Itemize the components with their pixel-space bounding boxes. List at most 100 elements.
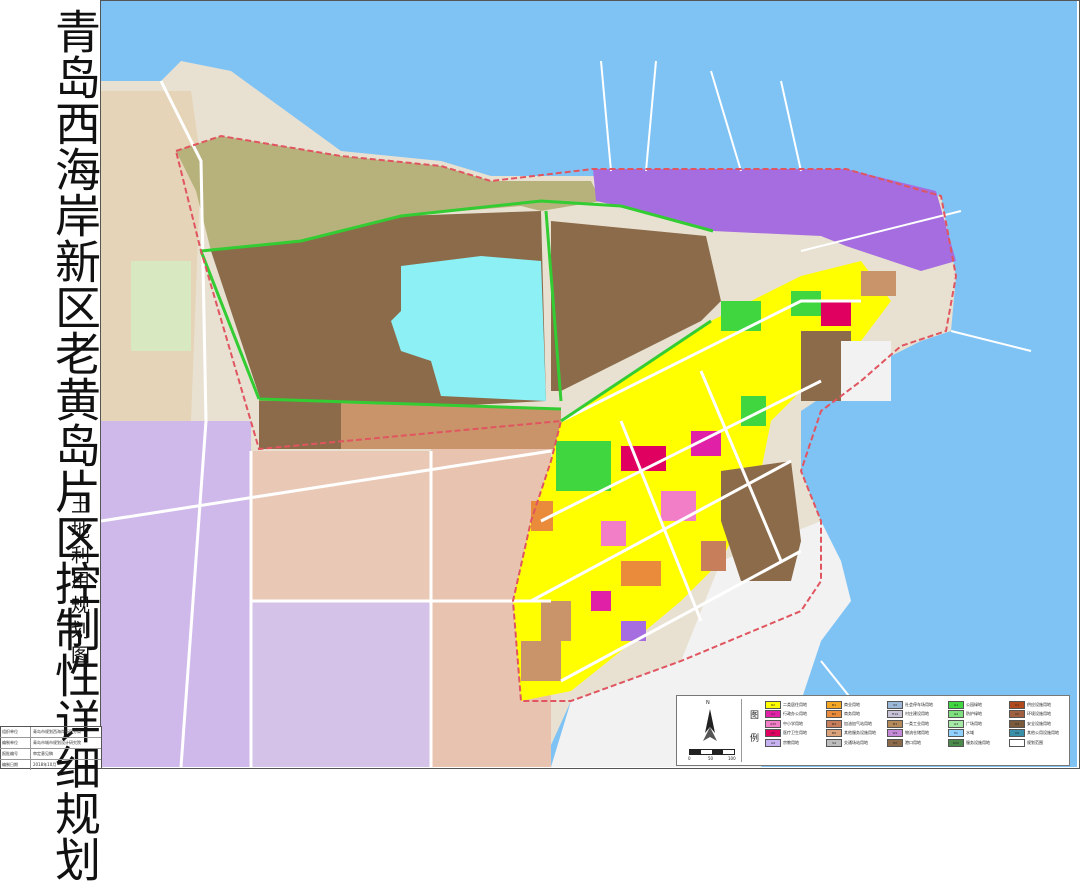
- legend-item: S3 社会停车场用地: [887, 700, 947, 710]
- legend-swatch: S4: [826, 738, 842, 747]
- green-zone-west: [131, 261, 191, 351]
- hospital-parcel: [621, 446, 666, 471]
- legend-label: 行政办公用地: [783, 711, 807, 717]
- legend-label: 一类工业用地: [905, 720, 929, 726]
- legend-swatch: M1: [887, 719, 903, 728]
- legend-label: 港口用地: [905, 739, 921, 745]
- legend-swatch: G1: [948, 700, 964, 709]
- legend-label: 其他服务设施用地: [844, 730, 876, 736]
- legend-swatch: H2: [887, 738, 903, 747]
- legend-item: 规划范围: [1009, 738, 1069, 748]
- map-subtitle: 土地利用规划图: [68, 495, 90, 670]
- industrial-zone-west: [101, 421, 251, 767]
- legend-swatch: U1: [1009, 700, 1025, 709]
- park-parcel: [556, 441, 611, 491]
- info-value: 青岛市城市规划设计研究院: [33, 740, 81, 745]
- legend-label: 社会停车场用地: [905, 701, 933, 707]
- tan-parcel: [541, 601, 571, 641]
- info-table: 组织单位 青岛市规划西海岸新区分局 编制单位 青岛市城市规划设计研究院 报批编号…: [0, 726, 102, 770]
- pier-area: [841, 341, 891, 401]
- legend-swatch: U2: [1009, 710, 1025, 719]
- legend-item: B2 商务用地: [826, 710, 886, 720]
- legend-item: G1 公园绿地: [948, 700, 1008, 710]
- map-canvas: [101, 1, 1077, 767]
- legend-label: 环境设施用地: [1027, 711, 1051, 717]
- brown-strip: [259, 401, 341, 449]
- school-parcel-2: [601, 521, 626, 546]
- legend-label: 水域: [966, 730, 974, 736]
- legend-swatch: A33: [765, 719, 781, 728]
- legend-swatch: W1: [887, 729, 903, 738]
- info-row: 报批编号 审定意见稿: [0, 749, 101, 760]
- legend-swatch: R2: [765, 700, 781, 709]
- info-row: 组织单位 青岛市规划西海岸新区分局: [0, 727, 101, 738]
- info-row: 编制单位 青岛市城市规划设计研究院: [0, 738, 101, 749]
- north-label: N: [706, 700, 710, 706]
- legend-item: U2 环境设施用地: [1009, 710, 1069, 720]
- north-arrow-block: N 0 50 100: [681, 699, 742, 762]
- legend-label: 村庄建设用地: [905, 711, 929, 717]
- legend-item: U1 供应设施用地: [1009, 700, 1069, 710]
- scale-label: 50: [708, 756, 714, 761]
- info-key: 报批编号: [0, 749, 31, 759]
- legend-label: 服务设施用地: [966, 739, 990, 745]
- legend-label: 加油加气站用地: [844, 720, 872, 726]
- legend-item: G2 防护绿地: [948, 710, 1008, 720]
- legend-item: R22 服务设施用地: [948, 738, 1008, 748]
- legend-label: 宗教用地: [783, 739, 799, 745]
- legend-item: B4 加油加气站用地: [826, 719, 886, 729]
- legend-item: G3 广场用地: [948, 719, 1008, 729]
- legend-swatch: E1: [948, 729, 964, 738]
- business-parcel-2: [861, 271, 896, 296]
- legend-label: 广场用地: [966, 720, 982, 726]
- info-value: 青岛市规划西海岸新区分局: [33, 729, 81, 734]
- info-value: 审定意见稿: [33, 751, 53, 756]
- legend-swatch: S3: [887, 700, 903, 709]
- legend-item: E1 水域: [948, 729, 1008, 739]
- legend-label: 物流仓储用地: [905, 730, 929, 736]
- legend-swatch: A9: [765, 738, 781, 747]
- legend-label: 公园绿地: [966, 701, 982, 707]
- legend-item: W1 物流仓储用地: [887, 729, 947, 739]
- legend-item: A5 医疗卫生用地: [765, 729, 825, 739]
- legend-swatch: G2: [948, 710, 964, 719]
- industrial-zone-south: [251, 601, 431, 767]
- tan-parcel-2: [521, 641, 561, 681]
- info-key: 编制单位: [0, 738, 31, 748]
- admin-parcel-2: [591, 591, 611, 611]
- legend-item: A9 宗教用地: [765, 738, 825, 748]
- legend-swatch: B9: [826, 729, 842, 738]
- legend-item: B9 其他服务设施用地: [826, 729, 886, 739]
- service-parcel: [701, 541, 726, 571]
- legend-item: U3 安全设施用地: [1009, 719, 1069, 729]
- legend-label: 安全设施用地: [1027, 720, 1051, 726]
- legend-label: 交通场站用地: [844, 739, 868, 745]
- legend-swatch: B2: [826, 710, 842, 719]
- legend-label: 供应设施用地: [1027, 701, 1051, 707]
- legend-grid: R2 二类居住用地 B1 商业用地 S3 社会停车场用地 G1 公园绿地 U1 供应设施用地 A1 行…: [765, 700, 1069, 748]
- commercial-parcel: [621, 561, 661, 586]
- scale-bar: [689, 749, 735, 755]
- legend-swatch: H14: [887, 710, 903, 719]
- legend-item: U9 其他公用设施用地: [1009, 729, 1069, 739]
- legend-swatch: A5: [765, 729, 781, 738]
- legend-label: 中小学用地: [783, 720, 803, 726]
- legend-label: 规划范围: [1027, 739, 1043, 745]
- legend-item: M1 一类工业用地: [887, 719, 947, 729]
- legend-item: H2 港口用地: [887, 738, 947, 748]
- green-parcel-2: [721, 301, 761, 331]
- legend-swatch: B1: [826, 700, 842, 709]
- legend-label: 二类居住用地: [783, 701, 807, 707]
- hospital-parcel-2: [821, 301, 851, 326]
- scale-label: 100: [728, 756, 736, 761]
- land-use-map[interactable]: [101, 1, 1077, 767]
- north-west-zone: [101, 91, 201, 421]
- legend-swatch: U9: [1009, 729, 1025, 738]
- scale-label: 0: [688, 756, 691, 761]
- legend-swatch: A1: [765, 710, 781, 719]
- legend-item: H14 村庄建设用地: [887, 710, 947, 720]
- legend-swatch: U3: [1009, 719, 1025, 728]
- legend-panel: N 0 50 100 图例 R2 二类居住用地 B1 商业用地 S3 社会停车场用地 G1 公…: [676, 695, 1070, 766]
- legend-swatch: [1009, 738, 1025, 747]
- legend-swatch: B4: [826, 719, 842, 728]
